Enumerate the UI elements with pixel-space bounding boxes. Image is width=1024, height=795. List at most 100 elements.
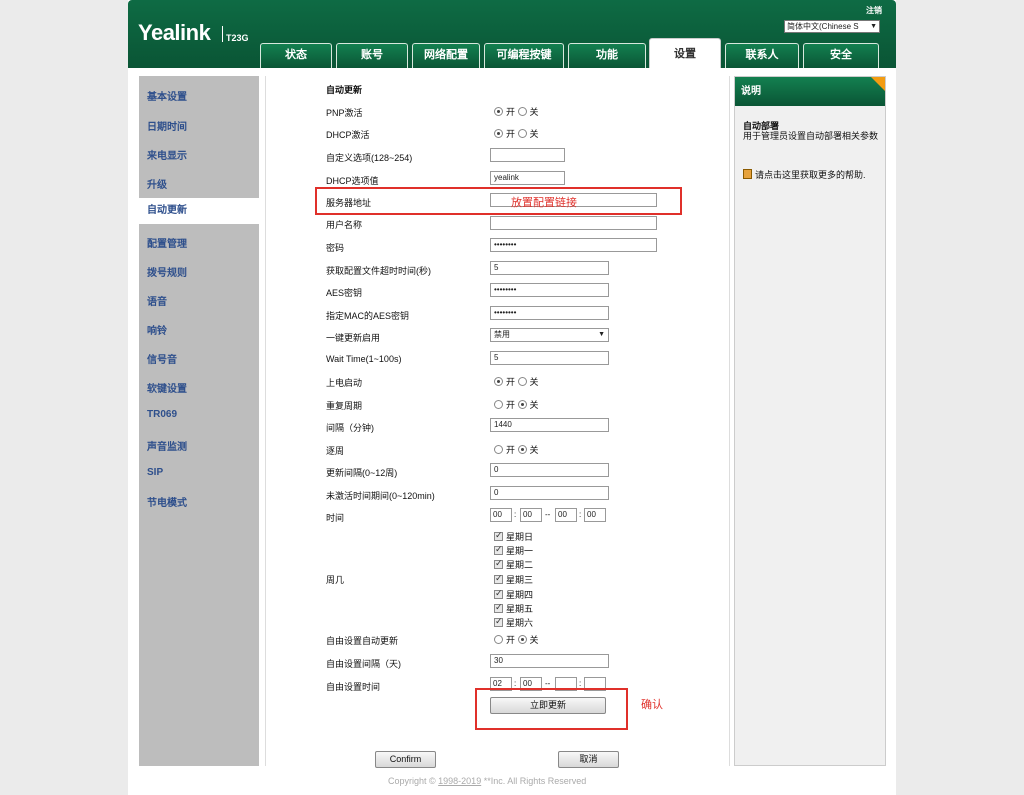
tab-account[interactable]: 账号 xyxy=(336,43,408,68)
section-title: 自动更新 xyxy=(326,85,363,95)
password-input[interactable]: •••••••• xyxy=(490,238,657,252)
weekday-monday[interactable]: 星期一 xyxy=(494,544,533,557)
weekly-off-radio[interactable] xyxy=(517,445,527,454)
pnp-off-label: 关 xyxy=(529,107,539,117)
repeat-off-radio[interactable] xyxy=(517,400,527,409)
update-interval-weeks-input[interactable]: 0 xyxy=(490,463,609,477)
help-more-link[interactable]: 请点击这里获取更多的帮助. xyxy=(743,169,878,181)
help-panel: 说明 自动部署 用于管理员设置自动部署相关参数 请点击这里获取更多的帮助. xyxy=(734,76,886,766)
tab-security[interactable]: 安全 xyxy=(803,43,879,68)
weekday-tuesday[interactable]: 星期二 xyxy=(494,558,533,571)
time-colon-1: : xyxy=(514,510,517,519)
wait-time-input[interactable]: 5 xyxy=(490,351,609,365)
model-label: T23G xyxy=(226,33,249,43)
password-label: 密码 xyxy=(326,243,345,253)
pnp-off-radio[interactable] xyxy=(517,107,527,116)
custom-option-input[interactable] xyxy=(490,148,565,162)
sidebar-item-dialplan[interactable]: 拨号规则 xyxy=(147,264,187,279)
dhcp-option-value-input[interactable]: yealink xyxy=(490,171,565,185)
sidebar-item-tones[interactable]: 信号音 xyxy=(147,351,177,366)
weekly-off-label: 关 xyxy=(529,445,539,455)
sidebar-item-callerid[interactable]: 来电显示 xyxy=(147,147,187,162)
free-time-colon-1: : xyxy=(514,679,517,688)
power-on-label: 上电启动 xyxy=(326,378,363,388)
book-icon xyxy=(743,169,752,179)
sidebar-item-powersaving[interactable]: 节电模式 xyxy=(147,494,187,509)
cancel-button[interactable]: 取消 xyxy=(558,751,619,768)
sidebar-item-ring[interactable]: 响铃 xyxy=(147,322,167,337)
weekly-label: 逐周 xyxy=(326,446,345,456)
weekday-label: 星期日 xyxy=(506,532,534,542)
sidebar-item-sip[interactable]: SIP xyxy=(147,467,163,478)
pnp-on-radio[interactable] xyxy=(494,107,503,116)
sidebar-item-upgrade[interactable]: 升级 xyxy=(147,176,167,191)
free-auto-update-label: 自由设置自动更新 xyxy=(326,636,399,646)
weekday-thursday[interactable]: 星期四 xyxy=(494,588,533,601)
free-auto-update-on-label: 开 xyxy=(506,635,516,645)
sidebar-item-voice[interactable]: 语音 xyxy=(147,293,167,308)
tab-dsskey[interactable]: 可编程按键 xyxy=(484,43,564,68)
weekday-wednesday[interactable]: 星期三 xyxy=(494,573,533,586)
checkbox-icon xyxy=(494,530,503,541)
free-time-dash: -- xyxy=(545,679,551,688)
username-input[interactable] xyxy=(490,216,657,230)
weekly-on-radio[interactable] xyxy=(494,445,503,454)
free-auto-update-on-radio[interactable] xyxy=(494,635,503,644)
confirm-button[interactable]: Confirm xyxy=(375,751,436,768)
time-start-minute[interactable]: 00 xyxy=(520,508,542,522)
mac-aes-key-input[interactable]: •••••••• xyxy=(490,306,609,320)
language-select[interactable]: 简体中文(Chinese S ▼ xyxy=(784,20,880,33)
time-label: 时间 xyxy=(326,513,345,523)
power-on-off-radio[interactable] xyxy=(517,377,527,386)
inactive-time-input[interactable]: 0 xyxy=(490,486,609,500)
time-end-hour[interactable]: 00 xyxy=(555,508,577,522)
free-interval-input[interactable]: 30 xyxy=(490,654,609,668)
help-corner-marker xyxy=(871,77,885,91)
tab-status[interactable]: 状态 xyxy=(260,43,332,68)
repeat-on-label: 开 xyxy=(506,400,516,410)
sidebar-item-softkey[interactable]: 软键设置 xyxy=(147,380,187,395)
sidebar-item-basic[interactable]: 基本设置 xyxy=(147,88,187,103)
dhcp-on-label: 开 xyxy=(506,129,516,139)
copyright-prefix: Copyright © xyxy=(388,776,439,786)
sidebar-item-voice-monitor[interactable]: 声音监测 xyxy=(147,438,187,453)
power-on-off-label: 关 xyxy=(529,377,539,387)
tab-settings[interactable]: 设置 xyxy=(649,38,721,68)
tab-network[interactable]: 网络配置 xyxy=(412,43,480,68)
tab-contacts[interactable]: 联系人 xyxy=(725,43,799,68)
dhcp-off-radio[interactable] xyxy=(517,129,527,138)
weekday-friday[interactable]: 星期五 xyxy=(494,602,533,615)
one-key-update-select[interactable]: 禁用 ▼ xyxy=(490,328,609,342)
dhcp-on-radio[interactable] xyxy=(494,129,503,138)
logout-link[interactable]: 注销 xyxy=(866,5,882,16)
time-start-hour[interactable]: 00 xyxy=(490,508,512,522)
tab-features[interactable]: 功能 xyxy=(568,43,646,68)
power-on-on-radio[interactable] xyxy=(494,377,503,386)
dhcp-radio-group: 开 关 xyxy=(494,127,539,140)
free-time-colon-2: : xyxy=(579,679,582,688)
sidebar-item-tr069[interactable]: TR069 xyxy=(147,409,177,420)
time-end-minute[interactable]: 00 xyxy=(584,508,606,522)
weekday-label: 星期三 xyxy=(506,575,534,585)
timeout-input[interactable]: 5 xyxy=(490,261,609,275)
weekday-sunday[interactable]: 星期日 xyxy=(494,530,533,543)
checkbox-icon xyxy=(494,602,503,613)
weekly-radio-group: 开 关 xyxy=(494,443,539,456)
repeat-on-radio[interactable] xyxy=(494,400,503,409)
time-dash: -- xyxy=(545,510,551,519)
time-colon-2: : xyxy=(579,510,582,519)
sidebar-item-datetime[interactable]: 日期时间 xyxy=(147,118,187,133)
server-url-annotation: 放置配置链接 xyxy=(511,197,577,209)
free-auto-update-off-radio[interactable] xyxy=(517,635,527,644)
copyright-years[interactable]: 1998-2019 xyxy=(438,776,481,786)
server-url-highlight xyxy=(315,187,682,215)
free-interval-label: 自由设置间隔（天) xyxy=(326,659,401,669)
weekday-saturday[interactable]: 星期六 xyxy=(494,616,533,629)
aes-key-input[interactable]: •••••••• xyxy=(490,283,609,297)
sidebar-item-autoprovision[interactable]: 自动更新 xyxy=(139,198,259,224)
power-on-radio-group: 开 关 xyxy=(494,375,539,388)
checkbox-icon xyxy=(494,544,503,555)
mac-aes-key-label: 指定MAC的AES密钥 xyxy=(326,311,410,321)
interval-input[interactable]: 1440 xyxy=(490,418,609,432)
sidebar-item-config[interactable]: 配置管理 xyxy=(147,235,187,250)
